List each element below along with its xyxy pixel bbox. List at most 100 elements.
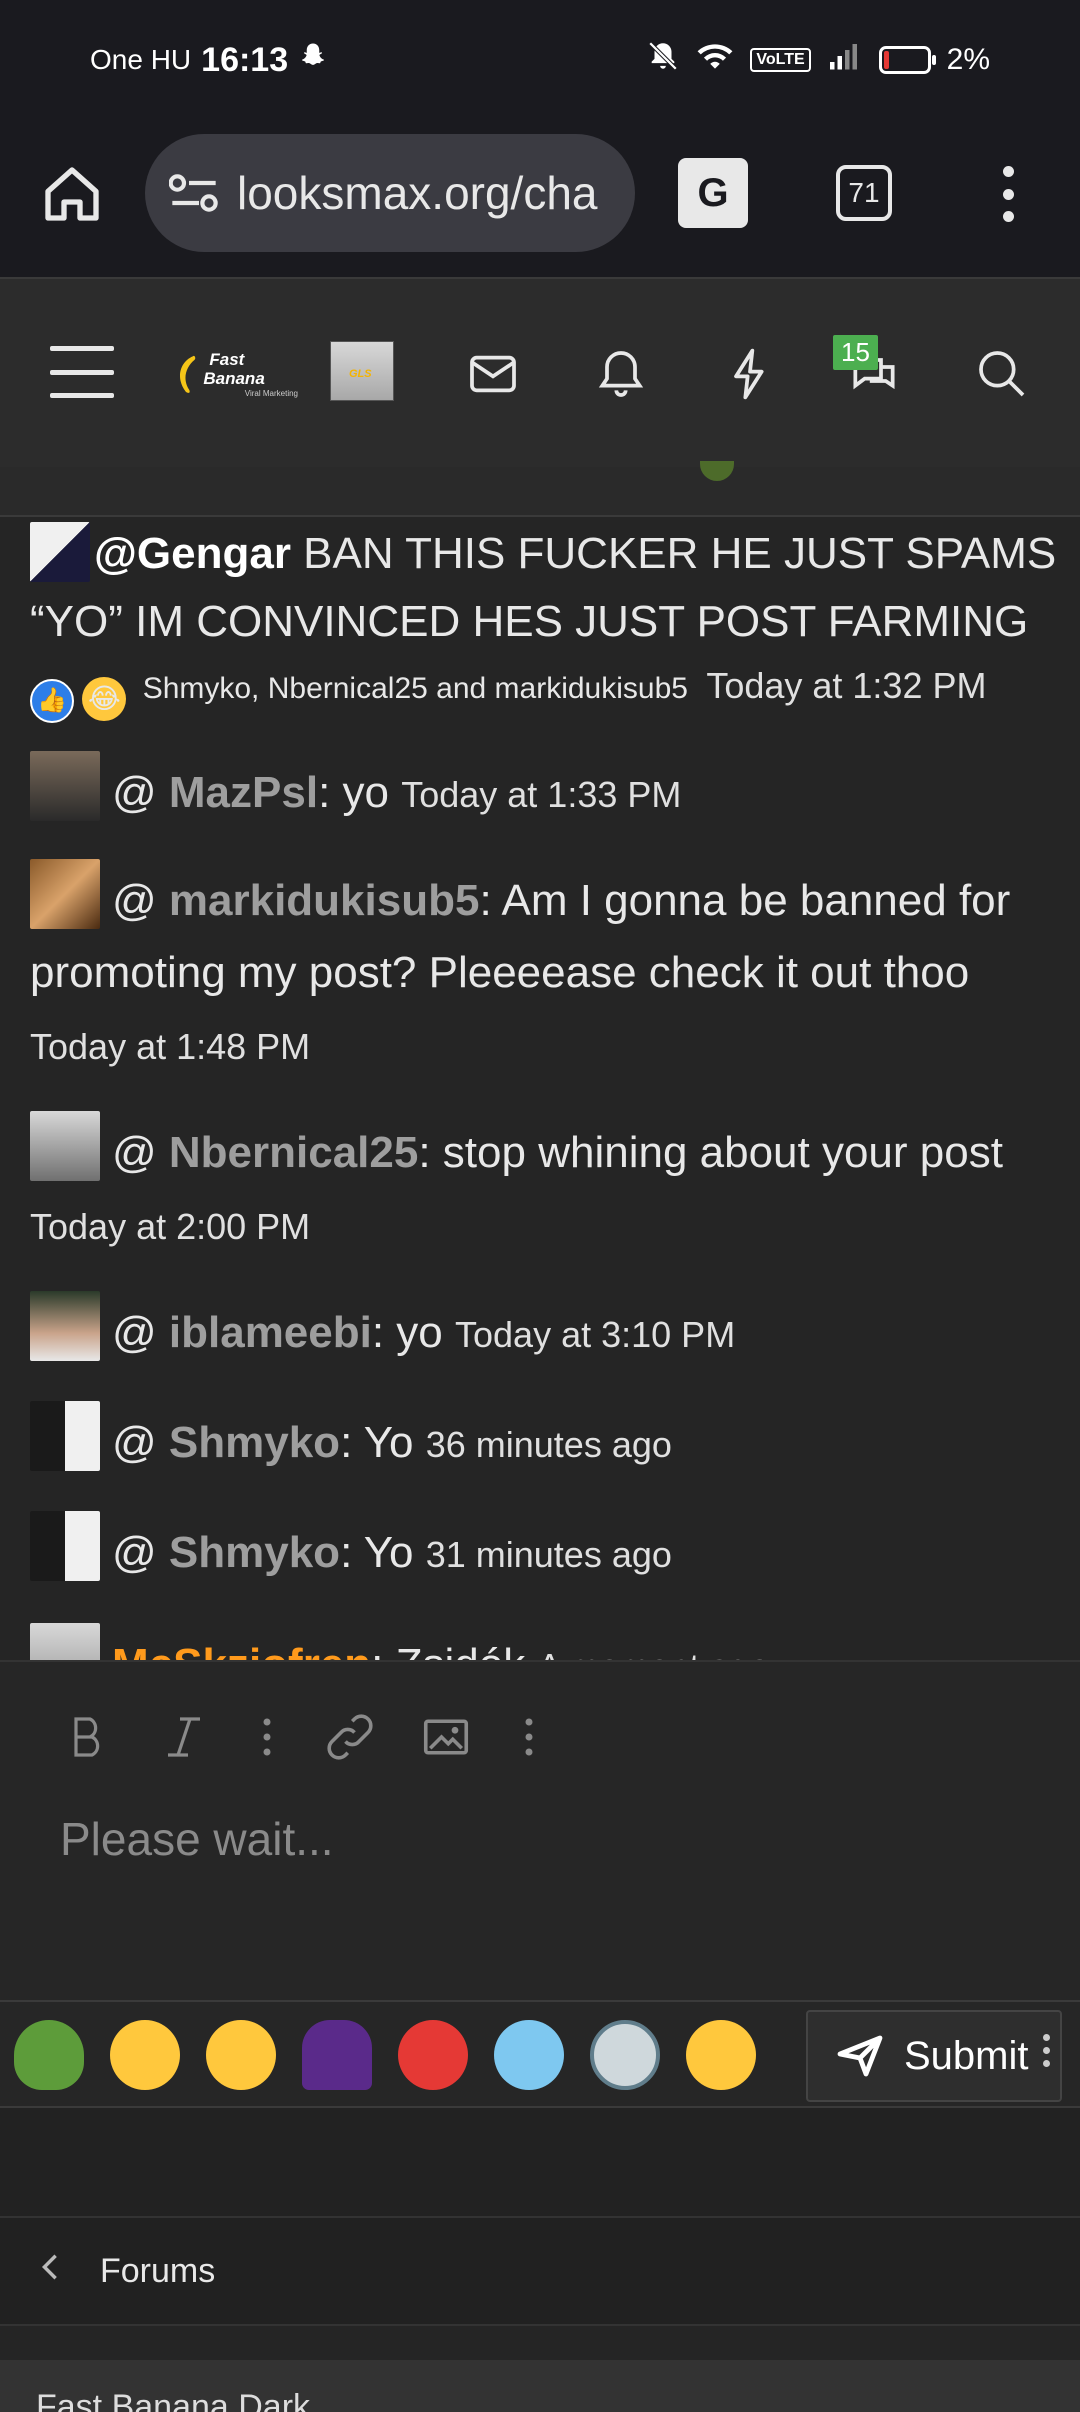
volte-badge: VoLTE xyxy=(750,48,811,72)
url-text: looksmax.org/cha xyxy=(237,167,598,219)
more-insert-icon[interactable] xyxy=(494,1702,564,1772)
smiling-hearts-emoji-icon[interactable] xyxy=(206,2020,276,2090)
tabs-button[interactable]: 71 xyxy=(836,165,892,221)
editor-toolbar xyxy=(40,1702,564,1772)
mute-bell-icon xyxy=(646,39,680,81)
avatar[interactable] xyxy=(30,751,100,821)
chat-message: @ markidukisub5: Am I gonna be banned fo… xyxy=(30,859,1060,1083)
chat-messages: @Gengar BAN THIS FUCKER HE JUST SPAMS “Y… xyxy=(30,520,1060,1701)
chat-message: @ iblameebi: yo Today at 3:10 PM xyxy=(30,1291,1060,1369)
chat-message: @ Shmyko: Yo 31 minutes ago xyxy=(30,1511,1060,1589)
username[interactable]: Shmyko xyxy=(169,1528,340,1577)
rofl-emoji-icon[interactable] xyxy=(686,2020,756,2090)
site-header: Fast Banana Viral Marketing 15 xyxy=(0,277,1080,467)
message-time: Today at 2:00 PM xyxy=(30,1206,311,1247)
wizard-emoji-icon[interactable] xyxy=(302,2020,372,2090)
link-icon[interactable] xyxy=(302,1702,398,1772)
mail-icon[interactable] xyxy=(465,346,521,402)
avatar[interactable] xyxy=(30,1291,100,1361)
message-time: Today at 1:48 PM xyxy=(30,1026,311,1067)
italic-icon[interactable] xyxy=(136,1702,232,1772)
search-icon[interactable] xyxy=(974,346,1030,402)
breadcrumb[interactable]: Forums xyxy=(0,2216,1080,2326)
banana-icon xyxy=(179,355,196,393)
status-left: One HU 16:13 xyxy=(90,41,328,80)
chat-message: @ Shmyko: Yo 36 minutes ago xyxy=(30,1401,1060,1479)
reaction-names[interactable]: Shmyko, Nbernical25 and markidukisub5 xyxy=(143,672,688,705)
clock-emoji-icon[interactable] xyxy=(590,2020,660,2090)
site-settings-icon[interactable] xyxy=(169,173,219,213)
mention-prefix: @ xyxy=(112,876,169,925)
pepe-emoji-icon[interactable] xyxy=(14,2020,84,2090)
mention-prefix: @ xyxy=(112,1308,169,1357)
message-time: 31 minutes ago xyxy=(425,1534,672,1575)
message-editor: Please wait... xyxy=(0,1660,1080,2000)
header-shade xyxy=(0,461,1080,517)
hamburger-menu-icon[interactable] xyxy=(50,346,114,398)
like-reaction-icon[interactable]: 👍 xyxy=(30,679,74,723)
brand-sub: Viral Marketing xyxy=(244,388,298,398)
tabs-count: 71 xyxy=(848,177,880,208)
mention-prefix: @ xyxy=(112,1418,169,1467)
image-icon[interactable] xyxy=(398,1702,494,1772)
bell-icon[interactable] xyxy=(593,346,649,402)
chat-message: @ MazPsl: yo Today at 1:33 PM xyxy=(30,751,1060,829)
screaming-emoji-icon[interactable] xyxy=(494,2020,564,2090)
clock: 16:13 xyxy=(201,40,289,79)
battery-level: 2% xyxy=(946,43,990,76)
translate-label: G xyxy=(697,170,729,215)
message-time: 36 minutes ago xyxy=(425,1424,672,1465)
browser-menu-icon[interactable] xyxy=(995,166,1021,222)
breadcrumb-label[interactable]: Forums xyxy=(100,2252,215,2291)
submit-button[interactable]: Submit xyxy=(806,2010,1062,2102)
avatar[interactable] xyxy=(30,1511,100,1581)
message-input[interactable]: Please wait... xyxy=(60,1812,334,1866)
translate-icon[interactable]: G xyxy=(678,158,748,228)
status-right: VoLTE 2% xyxy=(646,39,990,81)
avatar[interactable] xyxy=(30,1111,100,1181)
lightning-icon[interactable] xyxy=(722,346,778,402)
send-icon xyxy=(837,2035,883,2077)
user-avatar[interactable] xyxy=(330,341,394,401)
message-time: Today at 1:33 PM xyxy=(401,774,682,815)
avatar[interactable] xyxy=(30,859,100,929)
brand-name: Fast Banana xyxy=(203,349,265,388)
message-time: Today at 3:10 PM xyxy=(455,1314,736,1355)
status-bar: One HU 16:13 VoLTE 2% xyxy=(0,0,1080,120)
signal-icon xyxy=(827,41,863,79)
bold-icon[interactable] xyxy=(40,1702,136,1772)
mention-prefix: @ xyxy=(112,1528,169,1577)
message-text: : yo xyxy=(318,768,389,817)
message-text: : Yo xyxy=(340,1418,414,1467)
mention-prefix: @ xyxy=(112,1128,169,1177)
reactions-row: 👍 😂 Shmyko, Nbernical25 and markidukisub… xyxy=(30,656,1060,723)
chat-message: @ Nbernical25: stop whining about your p… xyxy=(30,1111,1060,1263)
username[interactable]: Shmyko xyxy=(169,1418,340,1467)
more-format-icon[interactable] xyxy=(232,1702,302,1772)
battery-icon xyxy=(878,46,936,74)
alarm-clock-emoji-icon[interactable] xyxy=(398,2020,468,2090)
home-icon[interactable] xyxy=(40,162,110,232)
laugh-reaction-icon[interactable]: 😂 xyxy=(82,677,127,721)
avatar[interactable] xyxy=(30,522,90,582)
brand-logo[interactable]: Fast Banana Viral Marketing xyxy=(168,349,298,399)
submit-label: Submit xyxy=(904,2033,1029,2078)
message-text: : yo xyxy=(371,1308,443,1357)
chat-message: @Gengar BAN THIS FUCKER HE JUST SPAMS “Y… xyxy=(30,520,1060,723)
style-chooser-label[interactable]: Fast Banana Dark xyxy=(36,2388,310,2412)
carrier-label: One HU xyxy=(90,44,192,75)
snapchat-icon xyxy=(298,41,328,79)
username[interactable]: MazPsl xyxy=(169,768,318,817)
username[interactable]: markidukisub5 xyxy=(169,876,480,925)
address-bar[interactable]: looksmax.org/cha xyxy=(145,134,635,252)
mention-user[interactable]: @Gengar xyxy=(94,529,291,578)
username[interactable]: Nbernical25 xyxy=(169,1128,418,1177)
message-text: : stop whining about your post xyxy=(418,1128,1003,1177)
avatar[interactable] xyxy=(30,1401,100,1471)
username[interactable]: iblameebi xyxy=(169,1308,372,1357)
submit-more-icon[interactable] xyxy=(1043,2034,1050,2067)
style-chooser[interactable]: Fast Banana Dark xyxy=(0,2360,1080,2412)
footer-gap xyxy=(0,2108,1080,2216)
heart-eyes-emoji-icon[interactable] xyxy=(110,2020,180,2090)
message-text: : Yo xyxy=(340,1528,414,1577)
